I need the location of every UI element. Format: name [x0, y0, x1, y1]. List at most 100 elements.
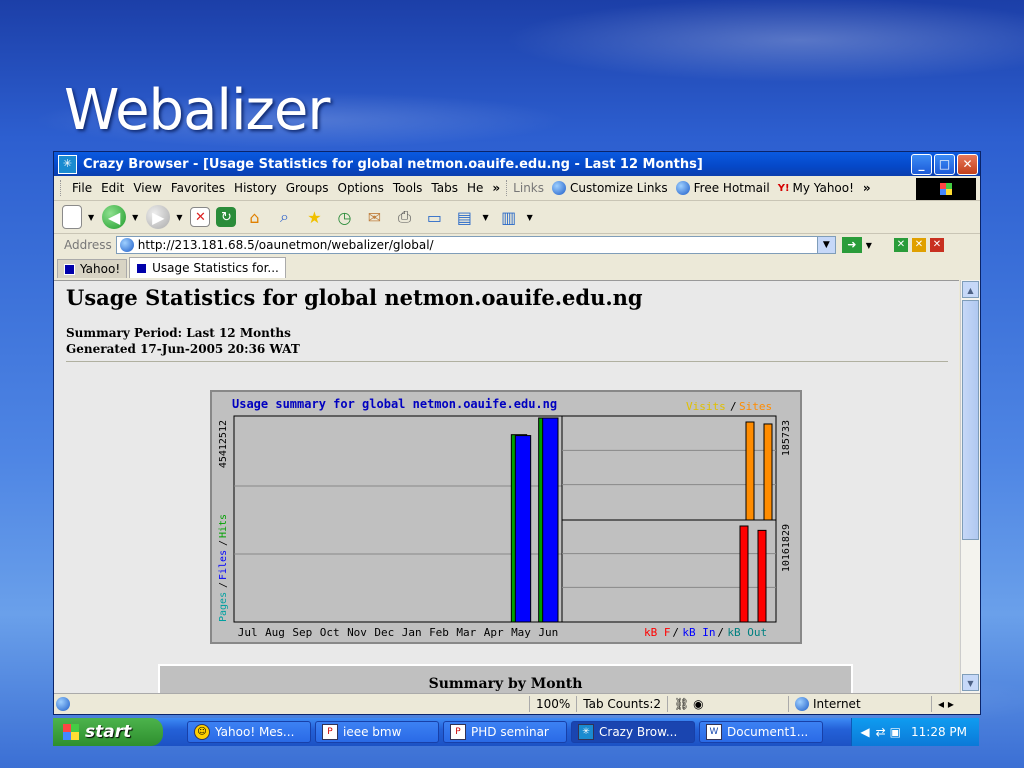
links-separator	[506, 180, 509, 196]
menu-history[interactable]: History	[234, 181, 277, 195]
browser-window[interactable]: ✳ Crazy Browser - [Usage Statistics for …	[53, 151, 981, 715]
task-document1[interactable]: W Document1...	[699, 721, 823, 743]
chevron-down-icon[interactable]: ▼	[132, 213, 138, 222]
research-icon[interactable]: ▥	[497, 205, 521, 229]
x-tick-label: Jun	[538, 626, 558, 639]
menu-groups[interactable]: Groups	[286, 181, 329, 195]
edit-page-icon[interactable]: ▭	[422, 205, 446, 229]
status-icons: ⛓ ◉	[667, 696, 788, 712]
chevron-down-icon[interactable]: ▼	[866, 241, 872, 250]
left-legend-files: Files	[218, 550, 229, 580]
powerpoint-icon: P	[322, 724, 338, 740]
task-label: PHD seminar	[471, 725, 549, 739]
menu-tabs[interactable]: Tabs	[431, 181, 458, 195]
link-free-hotmail[interactable]: Free Hotmail	[675, 181, 770, 195]
task-yahoo-messenger[interactable]: ☺ Yahoo! Mes...	[187, 721, 311, 743]
task-crazy-browser[interactable]: ✳ Crazy Brow...	[571, 721, 695, 743]
bar-kbf-1	[757, 529, 767, 623]
mail-icon[interactable]: ✉	[362, 205, 386, 229]
stop-button[interactable]: ✕	[190, 207, 211, 227]
menu-tools[interactable]: Tools	[393, 181, 423, 195]
windows-flag-icon	[63, 724, 79, 740]
tab-yahoo[interactable]: Yahoo!	[57, 259, 128, 278]
chevron-down-icon[interactable]: ▼	[482, 213, 488, 222]
legend-kb-f: kB F	[644, 626, 671, 639]
page-tab-icon	[136, 262, 148, 274]
x-tick-label: Jan	[402, 626, 422, 639]
scroll-up-arrow-icon[interactable]: ▲	[962, 281, 979, 298]
monitor-tray-icon[interactable]: ▣	[890, 725, 901, 739]
bar-visits-1	[763, 423, 773, 521]
task-label: Yahoo! Mes...	[215, 725, 295, 739]
legend-slash: /	[717, 626, 724, 639]
forward-button[interactable]: ▶	[146, 205, 171, 229]
x-tick-label: Mar	[456, 626, 476, 639]
new-page-icon[interactable]	[62, 205, 82, 229]
tray-expand-icon[interactable]: ◀	[860, 725, 869, 739]
favorites-star-icon[interactable]: ★	[302, 205, 326, 229]
status-nav-arrows[interactable]: ◂ ▸	[931, 696, 980, 712]
word-icon: W	[706, 724, 722, 740]
tab-usage-statistics[interactable]: Usage Statistics for...	[129, 257, 286, 278]
chevron-down-icon[interactable]: ▼	[176, 213, 182, 222]
menu-favorites[interactable]: Favorites	[171, 181, 225, 195]
history-icon[interactable]: ◷	[332, 205, 356, 229]
minimize-button[interactable]: _	[911, 153, 932, 175]
tab-bar: Yahoo! Usage Statistics for...	[54, 256, 980, 278]
task-label: Crazy Brow...	[599, 725, 678, 739]
menu-edit[interactable]: Edit	[101, 181, 124, 195]
menu-file[interactable]: File	[72, 181, 92, 195]
chevron-down-icon[interactable]: ▼	[527, 213, 533, 222]
clock[interactable]: 11:28 PM	[911, 725, 967, 739]
close-window-red-icon[interactable]: ✕	[929, 238, 944, 252]
usage-summary-chart: Usage summary for global netmon.oauife.e…	[210, 390, 802, 644]
task-phd-seminar[interactable]: P PHD seminar	[443, 721, 567, 743]
vertical-scrollbar[interactable]: ▲ ▼	[960, 280, 980, 693]
link-customize-links[interactable]: Customize Links	[552, 181, 668, 195]
address-url: http://213.181.68.5/oaunetmon/webalizer/…	[137, 238, 434, 252]
link-label: Customize Links	[570, 181, 668, 195]
chevron-down-icon[interactable]: ▼	[88, 213, 94, 222]
taskbar-tasks: ☺ Yahoo! Mes... Pieee bmw P PHD seminar ✳ C…	[187, 721, 827, 743]
close-all-orange-icon[interactable]: ✕	[911, 238, 926, 252]
back-button[interactable]: ◀	[102, 205, 127, 229]
task-ieee-bmw[interactable]: Pieee bmw	[315, 721, 439, 743]
search-icon[interactable]: ⌕	[272, 205, 296, 229]
crazy-browser-icon: ✳	[58, 154, 77, 174]
link-my-yahoo[interactable]: Y! My Yahoo!	[778, 181, 854, 195]
discuss-icon[interactable]: ▤	[452, 205, 476, 229]
print-icon[interactable]: ⎙	[392, 205, 416, 229]
menu-view[interactable]: View	[133, 181, 161, 195]
go-button[interactable]: ➜	[841, 237, 862, 253]
start-button[interactable]: start	[53, 718, 163, 746]
legend-kb-in: kB In	[682, 626, 715, 639]
legend-sites: Sites	[739, 400, 772, 413]
scroll-thumb[interactable]	[962, 300, 979, 540]
refresh-button[interactable]: ↻	[216, 207, 237, 227]
menu-help[interactable]: He	[467, 181, 483, 195]
scroll-down-arrow-icon[interactable]: ▼	[962, 674, 979, 691]
security-zone: Internet	[788, 696, 931, 712]
address-input[interactable]: http://213.181.68.5/oaunetmon/webalizer/…	[115, 236, 836, 254]
zoom-level[interactable]: 100%	[528, 696, 576, 712]
network-tray-icon[interactable]: ⇄	[876, 725, 886, 739]
home-icon[interactable]: ⌂	[242, 205, 266, 229]
maximize-button[interactable]: □	[934, 153, 955, 175]
close-button[interactable]: ✕	[957, 153, 978, 175]
legend-slash: /	[672, 626, 679, 639]
menu-more-chevron[interactable]: »	[492, 181, 500, 195]
task-label: ieee bmw	[343, 725, 402, 739]
x-tick-label: Sep	[292, 626, 312, 639]
links-more-chevron[interactable]: »	[863, 181, 871, 195]
chevron-down-icon[interactable]: ▼	[816, 237, 835, 253]
legend-kb-out: kB Out	[727, 626, 767, 639]
yahoo-messenger-icon: ☺	[194, 724, 210, 740]
bar-kbf-0	[739, 525, 749, 623]
legend-slash: /	[730, 400, 737, 413]
link-label: Free Hotmail	[693, 181, 770, 195]
x-tick-label: Nov	[347, 626, 367, 639]
page-title: Usage Statistics for global netmon.oauif…	[66, 285, 643, 310]
window-titlebar[interactable]: ✳ Crazy Browser - [Usage Statistics for …	[54, 152, 980, 176]
close-tab-green-icon[interactable]: ✕	[893, 238, 908, 252]
menu-options[interactable]: Options	[338, 181, 384, 195]
